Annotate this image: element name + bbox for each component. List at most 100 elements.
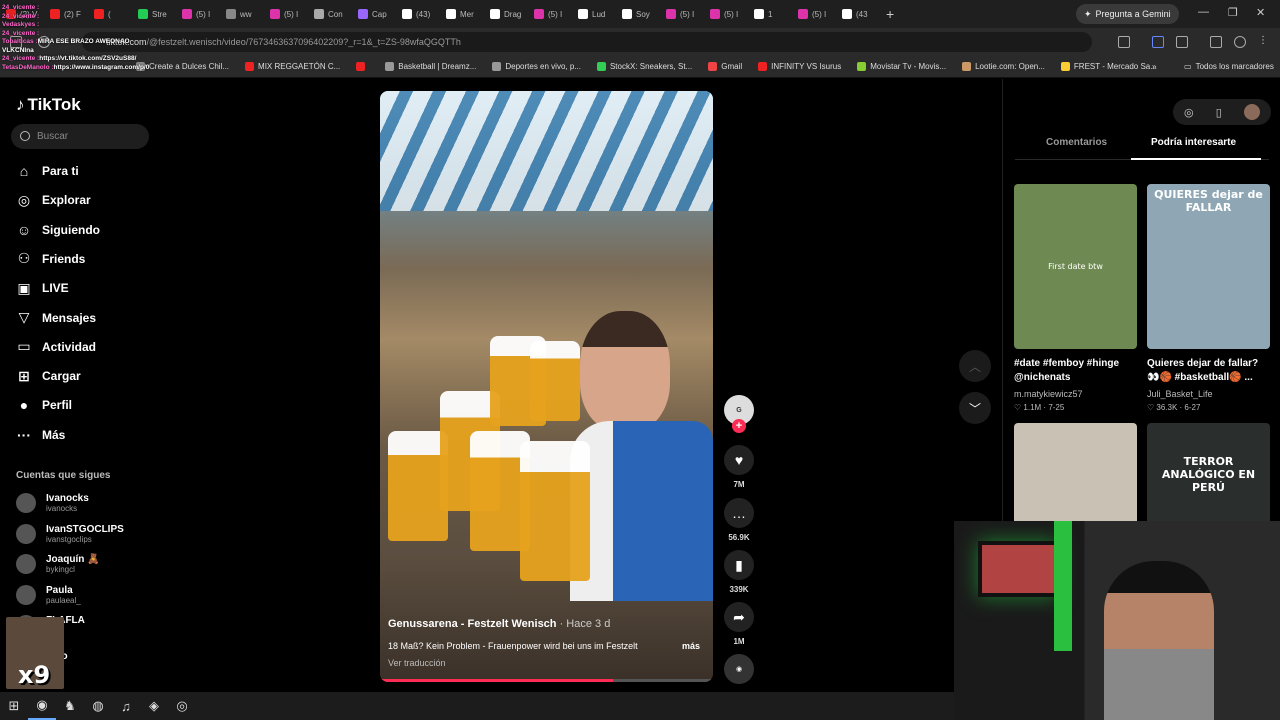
close-window-button[interactable]: ✕	[1256, 6, 1265, 19]
followed-account[interactable]: Paula paulaeal_	[16, 581, 156, 609]
taskbar-app-icon[interactable]: ♫	[112, 692, 140, 720]
taskbar-app-icon[interactable]: ◉	[28, 692, 56, 720]
sidebar-item-cargar[interactable]: ⊞ Cargar	[16, 363, 156, 389]
tab-favicon-icon	[622, 9, 632, 19]
sidebar-item-para-ti[interactable]: ⌂ Para ti	[16, 158, 156, 184]
chat-text: MIRA ESE BRAZO AWEONAO	[37, 38, 130, 45]
profile-avatar-icon[interactable]	[1234, 36, 1246, 48]
bookmarks-more-button[interactable]: »	[1144, 62, 1164, 71]
video-more-link[interactable]: más	[682, 641, 700, 651]
browser-tab[interactable]: (5) I	[792, 3, 836, 25]
tab-label: (5) I	[284, 9, 299, 19]
video-author-name: Genussarena - Festzelt Wenisch	[388, 618, 557, 630]
media-icon[interactable]	[1210, 36, 1222, 48]
recommended-video-thumbnail[interactable]: First date btw	[1014, 184, 1137, 349]
video-woman	[580, 311, 670, 431]
browser-tab[interactable]: Cap	[352, 3, 396, 25]
maximize-button[interactable]: ❐	[1228, 6, 1238, 19]
bookmark-favicon-icon	[962, 62, 972, 71]
webcam-green-light	[1054, 521, 1072, 651]
browser-tab[interactable]: (5) I	[704, 3, 748, 25]
music-disc-button[interactable]: ◉	[724, 654, 754, 684]
followed-account[interactable]: IvanSTGOCLIPS ivanstgoclips	[16, 520, 156, 548]
follow-plus-button[interactable]: +	[732, 419, 746, 433]
address-bar-row: tiktok.com/@festzelt.wenisch/video/76734…	[0, 28, 1280, 56]
recommended-video-title[interactable]: Quieres dejar de fallar? 👀🏀 #basketball🏀…	[1147, 357, 1270, 385]
bookmark-item[interactable]: INFINITY VS Isurus	[750, 62, 849, 71]
minimize-button[interactable]: —	[1198, 6, 1209, 18]
search-input[interactable]: Buscar	[11, 124, 149, 149]
tab-recommended[interactable]: Podría interesarte	[1151, 137, 1236, 148]
sidebar-item-actividad[interactable]: ▭ Actividad	[16, 334, 156, 360]
browser-tab[interactable]: Mer	[440, 3, 484, 25]
tiktok-logo[interactable]: ♪ TikTok	[16, 95, 81, 115]
puzzle-icon[interactable]	[1176, 36, 1188, 48]
sidebar-item-explorar[interactable]: ◎ Explorar	[16, 187, 156, 213]
recommended-video-thumbnail[interactable]: QUIERES dejar de FALLAR	[1147, 184, 1270, 349]
bookmark-item[interactable]: Deportes en vivo, p...	[484, 62, 589, 71]
previous-video-button[interactable]: ︿	[959, 350, 991, 382]
bookmark-item[interactable]: Basketball | Dreamz...	[377, 62, 484, 71]
phone-icon[interactable]: ▯	[1216, 106, 1222, 119]
bookmark-item[interactable]: StockX: Sneakers, St...	[589, 62, 700, 71]
browser-tab[interactable]: 1	[748, 3, 792, 25]
tab-label: (5) I	[548, 9, 563, 19]
all-bookmarks-button[interactable]: ▭ Todos los marcadores	[1176, 62, 1280, 71]
browser-tab[interactable]: (43	[836, 3, 880, 25]
new-tab-button[interactable]: +	[880, 6, 900, 22]
browser-tab[interactable]: Lud	[572, 3, 616, 25]
bookmark-item[interactable]: Movistar Tv - Movis...	[849, 62, 954, 71]
start-menu-icon[interactable]: ⊞	[0, 692, 28, 720]
followed-account[interactable]: Joaquín 🧸 bykingcl	[16, 550, 156, 578]
browser-tab[interactable]: (5) I	[176, 3, 220, 25]
account-name: Ivanocks	[46, 493, 89, 504]
save-button[interactable]: ▮ 339K	[724, 550, 754, 594]
bookmark-item[interactable]	[348, 62, 377, 71]
recommended-video-likes: 36.3K	[1156, 403, 1178, 412]
browser-tab[interactable]: Drag	[484, 3, 528, 25]
extension-icon[interactable]	[1152, 36, 1164, 48]
menu-kebab-icon[interactable]: ⋮	[1258, 36, 1270, 48]
bookmark-item[interactable]: Lootie.com: Open...	[954, 62, 1053, 71]
recommended-video-author[interactable]: Juli_Basket_Life	[1147, 389, 1213, 399]
messages-icon: ▽	[18, 309, 30, 325]
taskbar-app-icon[interactable]: ◈	[140, 692, 168, 720]
browser-tab[interactable]: ww	[220, 3, 264, 25]
taskbar-app-icon[interactable]: ♞	[56, 692, 84, 720]
taskbar-app-icon[interactable]: ◎	[168, 692, 196, 720]
recommended-video-title[interactable]: #date #femboy #hinge @nichenats	[1014, 357, 1137, 385]
sidebar-item-perfil[interactable]: ● Perfil	[16, 392, 156, 418]
compass-icon[interactable]: ◎	[1184, 106, 1194, 119]
video-author[interactable]: Genussarena - Festzelt Wenisch · Hace 3 …	[388, 618, 610, 630]
followed-account[interactable]: Ivanocks ivanocks	[16, 489, 156, 517]
user-avatar[interactable]	[1243, 104, 1260, 120]
comment-button[interactable]: … 56.9K	[724, 498, 754, 542]
browser-tab[interactable]: (43)	[396, 3, 440, 25]
like-button[interactable]: ♥ 7M	[724, 445, 754, 489]
recommended-video-author[interactable]: m.matykiewicz57	[1014, 389, 1083, 399]
taskbar-app-icon[interactable]: ◍	[84, 692, 112, 720]
gemini-button[interactable]: ✦ Pregunta a Gemini	[1076, 4, 1179, 24]
tab-label: Mer	[460, 9, 474, 19]
bookmark-item[interactable]: MIX REGGAETÓN C...	[237, 62, 348, 71]
sidebar-item-más[interactable]: ··· Más	[16, 422, 156, 448]
video-progress-bar[interactable]	[380, 679, 713, 682]
browser-tab[interactable]: Soy	[616, 3, 660, 25]
sidebar-item-friends[interactable]: ⚇ Friends	[16, 246, 156, 272]
bookmark-star-icon[interactable]	[1118, 36, 1130, 48]
sidebar-item-live[interactable]: ▣ LIVE	[16, 275, 156, 301]
share-button[interactable]: ➦ 1M	[724, 602, 754, 646]
browser-tab[interactable]: (5) I	[264, 3, 308, 25]
video-player[interactable]: Genussarena - Festzelt Wenisch · Hace 3 …	[380, 91, 713, 682]
browser-tab[interactable]: (5) I	[528, 3, 572, 25]
sidebar-item-label: Siguiendo	[42, 222, 100, 237]
next-video-button[interactable]: ﹀	[959, 392, 991, 424]
tab-comments[interactable]: Comentarios	[1046, 137, 1107, 148]
sidebar-item-mensajes[interactable]: ▽ Mensajes	[16, 305, 156, 331]
sidebar-item-siguiendo[interactable]: ☺ Siguiendo	[16, 217, 156, 243]
browser-tab[interactable]: Con	[308, 3, 352, 25]
translate-link[interactable]: Ver traducción	[388, 658, 446, 668]
bookmark-item[interactable]: Gmail	[700, 62, 750, 71]
browser-tab[interactable]: (5) I	[660, 3, 704, 25]
url-field[interactable]: tiktok.com/@festzelt.wenisch/video/76734…	[82, 32, 1092, 52]
